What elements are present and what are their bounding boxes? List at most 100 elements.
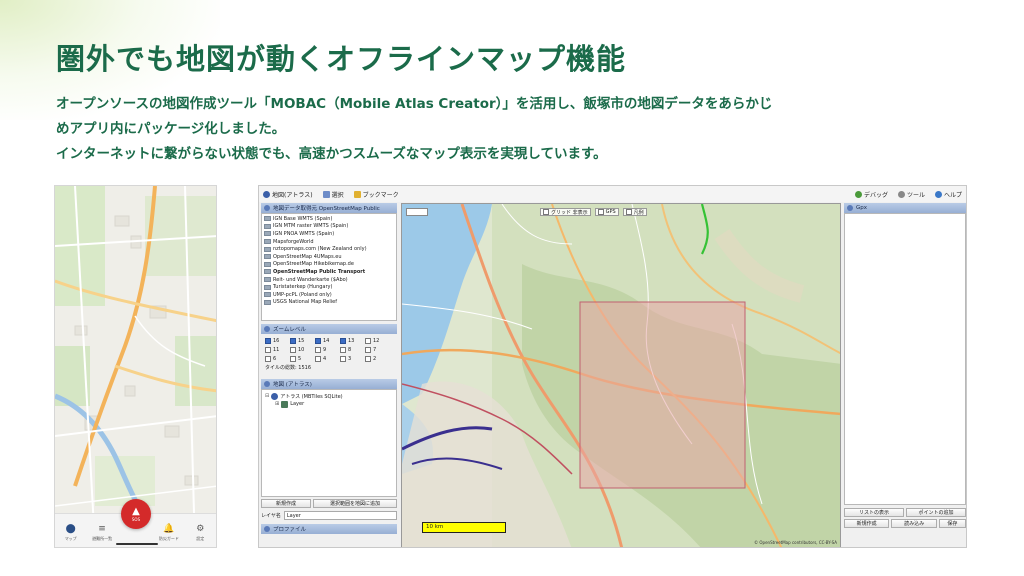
zoom-level-checkbox[interactable]: 13 — [340, 337, 361, 344]
globe-icon — [263, 190, 270, 198]
checkbox — [340, 337, 346, 344]
nav-item-settings[interactable]: ⚙ 設定 — [187, 524, 213, 542]
zoom-level-checkbox[interactable]: 2 — [365, 355, 386, 362]
new-atlas-button[interactable]: 新規作成 — [261, 499, 311, 508]
gpx-save-button[interactable]: 保存 — [938, 519, 966, 528]
wrench-icon — [897, 190, 905, 198]
zoom-level-checkbox[interactable]: 6 — [265, 355, 286, 362]
zoom-level-label: 15 — [298, 337, 305, 344]
phone-status-bar — [55, 186, 216, 195]
bug-icon — [854, 190, 862, 198]
checkbox — [365, 337, 371, 344]
atlas-layer[interactable]: ⊞ Layer — [265, 400, 393, 408]
zoom-level-label: 13 — [348, 337, 355, 344]
zoom-level-checkbox[interactable]: 15 — [290, 337, 311, 344]
map-source-item[interactable]: OpenStreetMap Public Transport — [264, 268, 394, 276]
gpx-new-button[interactable]: 新規作成 — [844, 519, 890, 528]
add-point-button[interactable]: ポイントの追加 — [906, 508, 966, 517]
map-source-item[interactable]: MapsforgeWorld — [264, 238, 394, 246]
grid-label: グリッド 非表示 — [551, 209, 588, 216]
nav-item-alerts[interactable]: 🔔 防災ガード — [156, 524, 182, 542]
menu-debug[interactable]: デバッグ — [854, 190, 888, 199]
map-source-item[interactable]: UMP-pcPL (Poland only) — [264, 291, 394, 299]
checkbox — [365, 355, 371, 362]
zoom-level-checkbox[interactable]: 7 — [365, 346, 386, 353]
nav-item-map[interactable]: ⬤ マップ — [58, 524, 84, 542]
menu-tools[interactable]: ツール — [897, 190, 925, 199]
gps-toggle[interactable]: GPS — [594, 208, 619, 216]
zoom-level-checkbox[interactable]: 9 — [315, 346, 336, 353]
menu-select[interactable]: 選択 — [322, 190, 344, 199]
gpx-load-button[interactable]: 読み込み — [891, 519, 937, 528]
map-source-item[interactable]: nztopomaps.com (New Zealand only) — [264, 245, 394, 253]
map-source-item[interactable]: IGN MTM raster WMTS (Spain) — [264, 223, 394, 231]
map-source-item[interactable]: OpenStreetMap 4UMaps.eu — [264, 253, 394, 261]
map-source-item[interactable]: IGN Base WMTS (Spain) — [264, 215, 394, 223]
atlas-panel-header[interactable]: 地図 (アトラス) — [261, 379, 397, 389]
zoom-panel-header[interactable]: ズームレベル — [261, 324, 397, 334]
checkbox — [290, 355, 296, 362]
map-source-icon — [264, 246, 271, 252]
checkbox — [340, 346, 346, 353]
nav-item-shelters[interactable]: ≡ 避難所一覧 — [89, 524, 115, 542]
legend-toggle[interactable]: 凡例 — [622, 208, 647, 216]
map-canvas[interactable] — [402, 204, 841, 548]
map-source-item[interactable]: Reit- und Wanderkarte ($Abo) — [264, 276, 394, 284]
description-line-3: インターネットに繋がらない状態でも、高速かつスムーズなマップ表示を実現しています… — [56, 146, 607, 162]
map-source-label: MapsforgeWorld — [273, 238, 314, 245]
atlas-root-label: アトラス (MBTiles SQLite) — [280, 393, 343, 400]
show-list-button[interactable]: リストの表示 — [844, 508, 904, 517]
zoom-level-checkbox[interactable]: 12 — [365, 337, 386, 344]
zoom-level-checkbox[interactable]: 16 — [265, 337, 286, 344]
gpx-panel-header[interactable]: Gpx — [844, 203, 966, 213]
legend-label: 凡例 — [633, 209, 644, 216]
source-panel-header[interactable]: 地図データ取得元 OpenStreetMap Public — [261, 203, 397, 213]
zoom-slider[interactable] — [406, 208, 428, 216]
atlas-root[interactable]: ⊟ アトラス (MBTiles SQLite) — [265, 392, 393, 400]
gpx-panel-title: Gpx — [856, 205, 868, 211]
zoom-level-label: 3 — [348, 355, 352, 362]
map-source-list[interactable]: IGN Base WMTS (Spain) IGN MTM raster WMTS… — [261, 213, 397, 321]
grid-toggle[interactable]: グリッド 非表示 — [540, 208, 591, 216]
gpx-list[interactable] — [844, 213, 966, 505]
right-pane: Gpx リストの表示 ポイントの追加 新規作成 読み込み 保存 — [844, 203, 966, 547]
menu-help-label: ヘルプ — [943, 191, 962, 199]
zoom-level-checkbox[interactable]: 3 — [340, 355, 361, 362]
map-source-item[interactable]: Turistaterkep (Hungary) — [264, 283, 394, 291]
map-source-icon — [264, 223, 271, 229]
map-source-icon — [264, 269, 271, 275]
warning-icon: ▲ — [132, 505, 140, 517]
menu-atlas[interactable]: 地図(アトラス) — [263, 190, 313, 199]
page-title: 圏外でも地図が動くオフラインマップ機能 — [56, 42, 627, 76]
zoom-level-checkbox[interactable]: 10 — [290, 346, 311, 353]
checkbox — [265, 355, 271, 362]
layer-name-input[interactable]: Layer — [283, 510, 397, 520]
description-line-1: オープンソースの地図作成ツール「MOBAC（Mobile Atlas Creat… — [56, 96, 773, 112]
zoom-level-checkbox[interactable]: 8 — [340, 346, 361, 353]
scale-bar: 10 km — [422, 522, 506, 533]
map-source-item[interactable]: OpenStreetMap Hikebikemap.de — [264, 261, 394, 269]
map-preview[interactable]: グリッド 非表示 GPS 凡例 10 km © OpenStreetMap co… — [401, 203, 841, 548]
zoom-level-checkbox[interactable]: 14 — [315, 337, 336, 344]
map-source-item[interactable]: IGN PNOA WMTS (Spain) — [264, 230, 394, 238]
add-selection-button[interactable]: 選択範囲を地図に追加 — [313, 499, 397, 508]
zoom-level-checkbox[interactable]: 5 — [290, 355, 311, 362]
zoom-level-label: 9 — [323, 346, 327, 353]
mobac-window: 地図(アトラス) 選択 ブックマーク デバッグ ツール ヘルプ 地図データ取得元… — [258, 185, 967, 548]
phone-map-view[interactable] — [55, 186, 217, 548]
selection-rectangle[interactable] — [579, 301, 746, 489]
profile-panel-header[interactable]: プロファイル — [261, 524, 397, 534]
atlas-tree[interactable]: ⊟ アトラス (MBTiles SQLite) ⊞ Layer — [261, 389, 397, 497]
zoom-level-checkbox[interactable]: 11 — [265, 346, 286, 353]
menu-help[interactable]: ヘルプ — [934, 190, 962, 199]
nav-label: マップ — [64, 536, 77, 541]
menu-bookmark[interactable]: ブックマーク — [353, 190, 399, 199]
sos-button[interactable]: ▲ SOS — [121, 499, 151, 529]
map-source-item[interactable]: USGS National Map Relief — [264, 299, 394, 307]
layer-name-row: レイヤ名 Layer — [261, 510, 397, 520]
map-attribution: © OpenStreetMap contributors, CC-BY-SA — [754, 540, 837, 545]
nav-label: 防災ガード — [158, 536, 179, 541]
zoom-level-label: 8 — [348, 346, 352, 353]
zoom-level-checkbox[interactable]: 4 — [315, 355, 336, 362]
map-source-label: OpenStreetMap Public Transport — [273, 268, 366, 275]
